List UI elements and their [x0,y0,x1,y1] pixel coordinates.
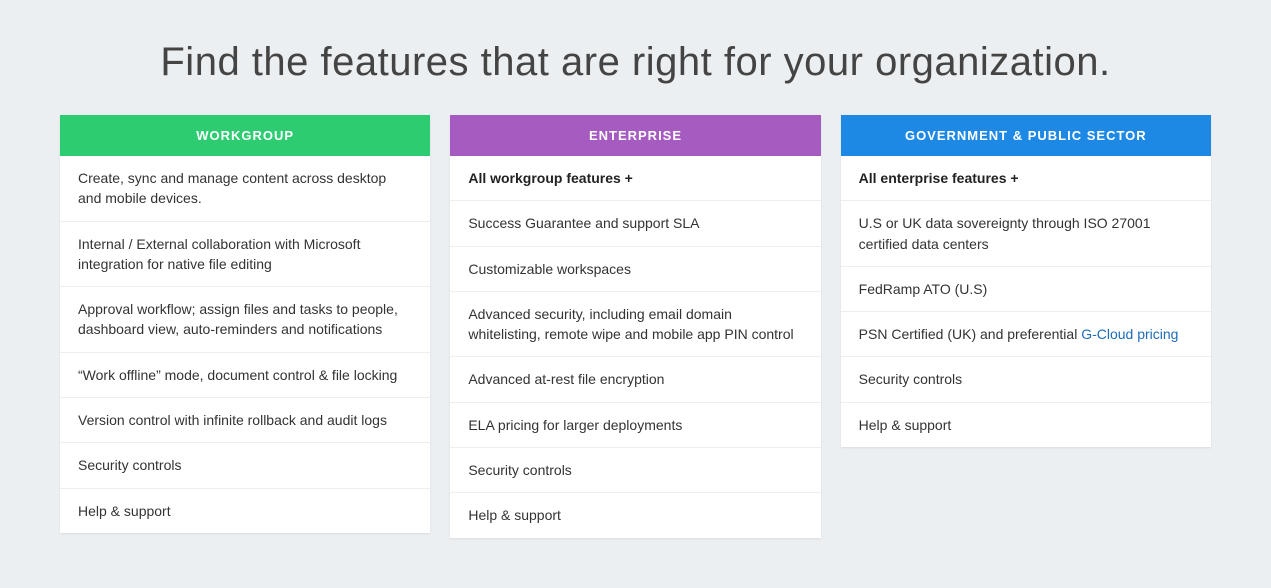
plan-workgroup-header: WORKGROUP [60,115,430,156]
gcloud-pricing-link[interactable]: G-Cloud pricing [1081,326,1178,342]
feature-item: Create, sync and manage content across d… [60,156,430,222]
feature-text: FedRamp ATO (U.S) [859,281,988,297]
feature-text: Success Guarantee and support SLA [468,215,699,231]
feature-text: Internal / External collaboration with M… [78,236,360,272]
feature-item: FedRamp ATO (U.S) [841,267,1211,312]
feature-text: Create, sync and manage content across d… [78,170,386,206]
feature-item: Internal / External collaboration with M… [60,222,430,288]
plan-government: GOVERNMENT & PUBLIC SECTOR All enterprise… [841,115,1211,447]
feature-text: U.S or UK data sovereignty through ISO 2… [859,215,1151,251]
feature-text: All workgroup features + [468,170,633,186]
feature-item: Security controls [60,443,430,488]
feature-item: Approval workflow; assign files and task… [60,287,430,353]
feature-text: Security controls [468,462,571,478]
feature-item: Success Guarantee and support SLA [450,201,820,246]
feature-text: Version control with infinite rollback a… [78,412,387,428]
feature-text: Advanced security, including email domai… [468,306,793,342]
feature-item: Advanced at-rest file encryption [450,357,820,402]
feature-item: Help & support [841,403,1211,447]
feature-text: Help & support [859,417,952,433]
feature-item: PSN Certified (UK) and preferential G-Cl… [841,312,1211,357]
feature-item: “Work offline” mode, document control & … [60,353,430,398]
page-title: Find the features that are right for you… [60,40,1211,85]
feature-text: Security controls [859,371,962,387]
feature-text: PSN Certified (UK) and preferential [859,326,1082,342]
plan-enterprise-header: ENTERPRISE [450,115,820,156]
feature-text: Help & support [78,503,171,519]
feature-item: Help & support [60,489,430,533]
feature-text: “Work offline” mode, document control & … [78,367,397,383]
plan-columns: WORKGROUP Create, sync and manage content… [60,115,1211,538]
feature-item: All workgroup features + [450,156,820,201]
feature-text: All enterprise features + [859,170,1019,186]
plan-enterprise: ENTERPRISE All workgroup features + Succes… [450,115,820,538]
feature-item: Customizable workspaces [450,247,820,292]
feature-item: All enterprise features + [841,156,1211,201]
feature-item: U.S or UK data sovereignty through ISO 2… [841,201,1211,267]
feature-item: Security controls [450,448,820,493]
feature-item: ELA pricing for larger deployments [450,403,820,448]
feature-text: Security controls [78,457,181,473]
feature-item: Advanced security, including email domai… [450,292,820,358]
plan-government-header: GOVERNMENT & PUBLIC SECTOR [841,115,1211,156]
feature-item: Version control with infinite rollback a… [60,398,430,443]
feature-text: Advanced at-rest file encryption [468,371,664,387]
feature-text: Help & support [468,507,561,523]
feature-text: Approval workflow; assign files and task… [78,301,398,337]
feature-text: ELA pricing for larger deployments [468,417,682,433]
feature-item: Security controls [841,357,1211,402]
plan-workgroup: WORKGROUP Create, sync and manage content… [60,115,430,533]
feature-text: Customizable workspaces [468,261,631,277]
feature-item: Help & support [450,493,820,537]
